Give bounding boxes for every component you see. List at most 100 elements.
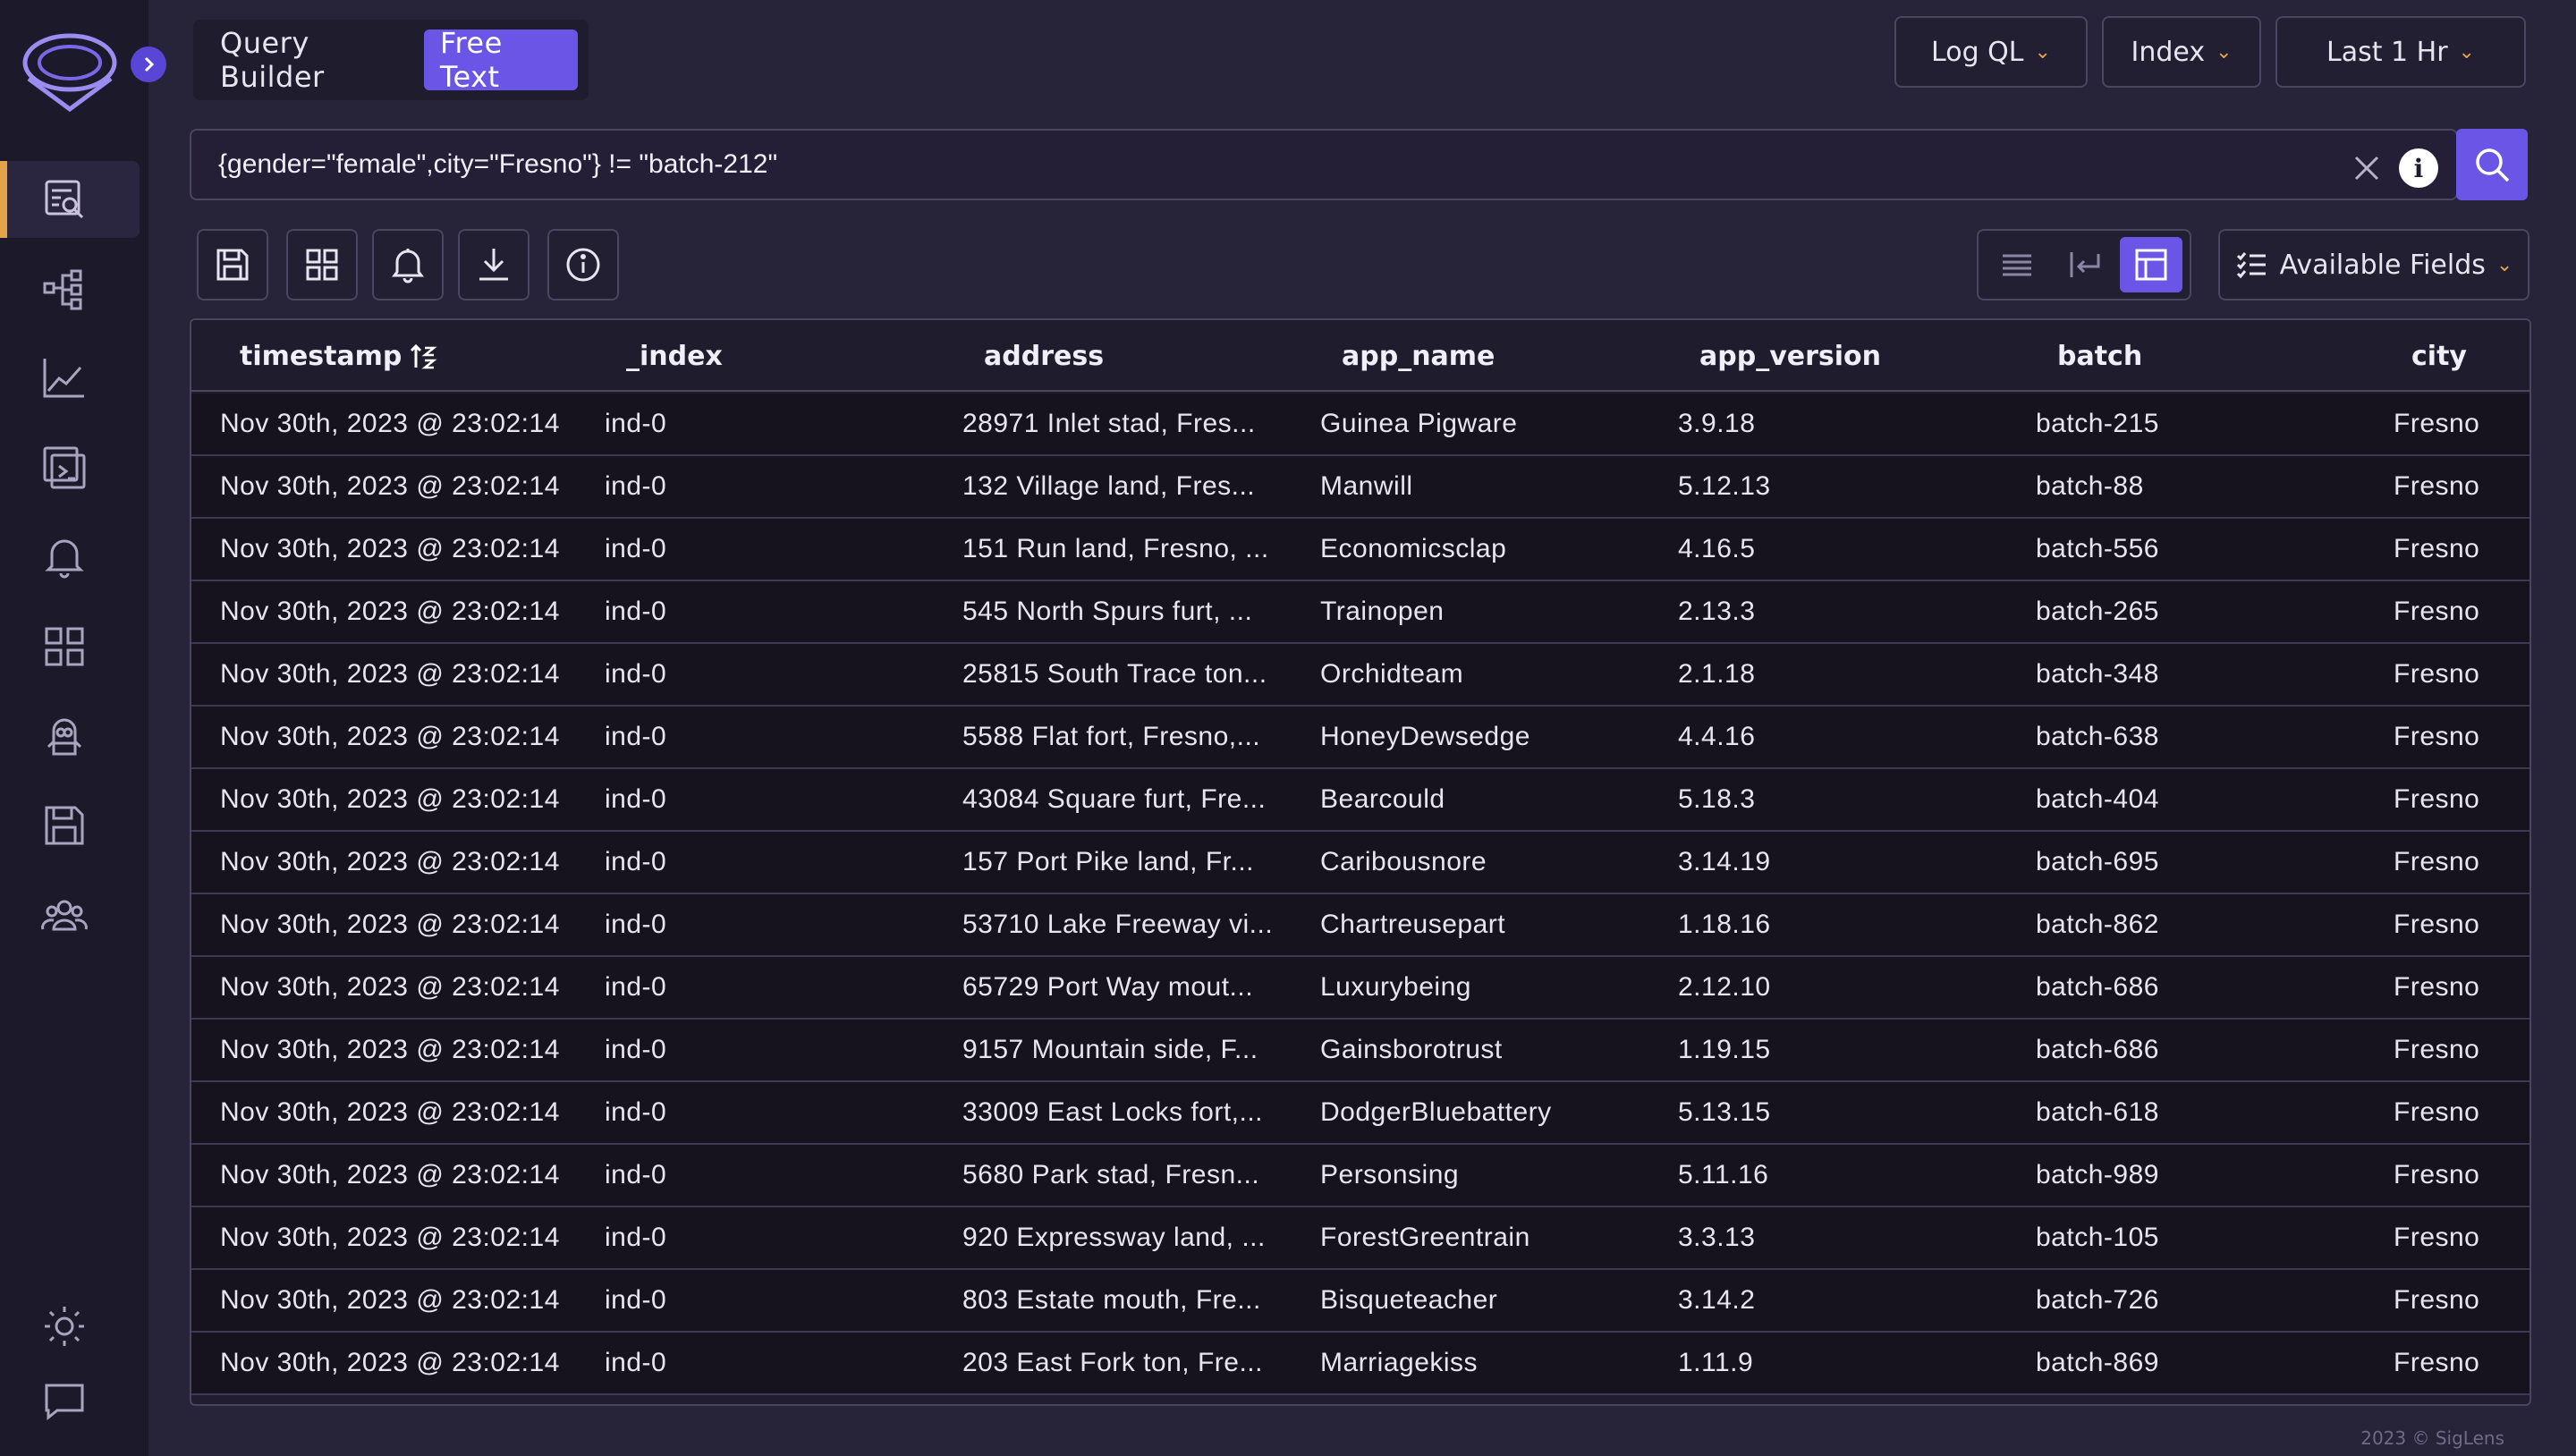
table-row[interactable]: Nov 30th, 2023 @ 23:02:14 ind-0 151 Run la… (191, 519, 2529, 581)
table-cell-city: Fresno (2394, 534, 2480, 563)
table-cell-city: Fresno (2394, 910, 2480, 939)
grid-icon (45, 627, 84, 666)
table-cell-timestamp: Nov 30th, 2023 @ 23:02:14 (220, 1035, 560, 1064)
column-header-city[interactable]: city (2411, 320, 2467, 392)
table-row[interactable]: Nov 30th, 2023 @ 23:02:14 ind-0 803 Estate… (191, 1270, 2529, 1333)
add-to-dashboard-button[interactable] (286, 229, 358, 301)
table-cell-address: 65729 Port Way mout... (962, 972, 1254, 1002)
query-language-dropdown[interactable]: Log QL ⌄ (1894, 16, 2088, 88)
table-cell-app-version: 2.1.18 (1678, 659, 1756, 689)
sidebar-item-search[interactable] (0, 161, 140, 238)
sidebar-item-service-map[interactable] (0, 250, 140, 327)
table-cell-timestamp: Nov 30th, 2023 @ 23:02:14 (220, 597, 560, 626)
sidebar (0, 0, 148, 1456)
table-row[interactable]: Nov 30th, 2023 @ 23:02:14 ind-0 65729 Port… (191, 957, 2529, 1020)
table-cell-index: ind-0 (605, 1035, 667, 1064)
sidebar-item-dashboards[interactable] (0, 608, 140, 685)
table-cell-index: ind-0 (605, 409, 667, 438)
sidebar-expand-button[interactable] (131, 47, 166, 82)
column-header-address[interactable]: address (984, 320, 1104, 392)
table-row[interactable]: Nov 30th, 2023 @ 23:02:14 ind-0 5588 Flat … (191, 707, 2529, 769)
wrap-text-icon (2070, 252, 2100, 277)
sidebar-item-users[interactable] (0, 876, 140, 953)
wrap-lines-view-button[interactable] (2053, 237, 2115, 292)
column-header-app-version[interactable]: app_version (1699, 320, 1881, 392)
table-cell-city: Fresno (2394, 471, 2480, 501)
table-cell-app-version: 5.12.13 (1678, 471, 1771, 501)
table-cell-timestamp: Nov 30th, 2023 @ 23:02:14 (220, 659, 560, 689)
table-cell-timestamp: Nov 30th, 2023 @ 23:02:14 (220, 1285, 560, 1315)
table-row[interactable]: Nov 30th, 2023 @ 23:02:14 ind-0 9157 Mount… (191, 1020, 2529, 1082)
footer-copyright: 2023 © SigLens (2360, 1427, 2504, 1449)
table-row[interactable]: Nov 30th, 2023 @ 23:02:14 ind-0 132 Villag… (191, 456, 2529, 519)
table-cell-app-version: 1.19.15 (1678, 1035, 1771, 1064)
query-input[interactable] (218, 131, 2275, 199)
table-cell-address: 151 Run land, Fresno, ... (962, 534, 1269, 563)
floppy-disk-icon (45, 806, 84, 845)
sidebar-item-metrics[interactable] (0, 340, 140, 417)
available-fields-dropdown[interactable]: Available Fields ⌄ (2218, 229, 2529, 301)
table-cell-batch: batch-638 (2036, 722, 2159, 751)
column-header-batch[interactable]: batch (2057, 320, 2142, 392)
column-header-timestamp[interactable]: timestamp (240, 320, 439, 392)
table-row[interactable]: Nov 30th, 2023 @ 23:02:14 ind-0 43084 Squa… (191, 769, 2529, 832)
table-cell-index: ind-0 (605, 659, 667, 689)
table-cell-index: ind-0 (605, 722, 667, 751)
table-row[interactable]: Nov 30th, 2023 @ 23:02:14 ind-0 33009 East… (191, 1082, 2529, 1145)
table-row[interactable]: Nov 30th, 2023 @ 23:02:14 ind-0 28971 Inle… (191, 394, 2529, 456)
table-cell-address: 803 Estate mouth, Fre... (962, 1285, 1261, 1315)
bell-icon (392, 249, 424, 284)
table-cell-index: ind-0 (605, 597, 667, 626)
table-cell-city: Fresno (2394, 1160, 2480, 1189)
theme-toggle[interactable] (0, 1288, 140, 1365)
feedback-button[interactable] (0, 1363, 140, 1440)
table-cell-app-name: Manwill (1320, 471, 1413, 501)
single-line-view-button[interactable] (1986, 237, 2048, 292)
table-row[interactable]: Nov 30th, 2023 @ 23:02:14 ind-0 53710 Lake… (191, 894, 2529, 957)
table-cell-app-name: Orchidteam (1320, 659, 1464, 689)
download-button[interactable] (458, 229, 530, 301)
column-header-index[interactable]: _index (626, 320, 723, 392)
table-row[interactable]: Nov 30th, 2023 @ 23:02:14 ind-0 920 Expres… (191, 1207, 2529, 1270)
table-cell-app-name: Caribousnore (1320, 847, 1487, 876)
sidebar-item-saved-queries[interactable] (0, 787, 140, 864)
table-row[interactable]: Nov 30th, 2023 @ 23:02:14 ind-0 5680 Park … (191, 1145, 2529, 1207)
table-cell-batch: batch-989 (2036, 1160, 2159, 1189)
tab-free-text[interactable]: Free Text (423, 26, 578, 94)
table-cell-batch: batch-726 (2036, 1285, 2159, 1315)
table-cell-city: Fresno (2394, 659, 2480, 689)
info-button[interactable] (547, 229, 619, 301)
table-cell-index: ind-0 (605, 1223, 667, 1252)
table-cell-city: Fresno (2394, 409, 2480, 438)
save-query-button[interactable] (197, 229, 268, 301)
table-cell-batch: batch-215 (2036, 409, 2159, 438)
table-cell-index: ind-0 (605, 910, 667, 939)
table-cell-address: 5588 Flat fort, Fresno,... (962, 722, 1261, 751)
table-cell-index: ind-0 (605, 1348, 667, 1377)
table-cell-timestamp: Nov 30th, 2023 @ 23:02:14 (220, 409, 560, 438)
tab-query-builder[interactable]: Query Builder (204, 26, 424, 94)
table-cell-timestamp: Nov 30th, 2023 @ 23:02:14 (220, 847, 560, 876)
query-info-icon[interactable]: i (2399, 148, 2438, 188)
table-row[interactable]: Nov 30th, 2023 @ 23:02:14 ind-0 545 North … (191, 581, 2529, 644)
table-cell-timestamp: Nov 30th, 2023 @ 23:02:14 (220, 784, 560, 814)
grid-icon (306, 249, 338, 281)
table-row[interactable]: Nov 30th, 2023 @ 23:02:14 ind-0 25815 Sout… (191, 644, 2529, 707)
close-icon[interactable] (2349, 150, 2385, 186)
search-button[interactable] (2456, 129, 2528, 200)
table-cell-address: 203 East Fork ton, Fre... (962, 1348, 1263, 1377)
table-view-button[interactable] (2120, 237, 2182, 292)
table-cell-app-version: 3.3.13 (1678, 1223, 1756, 1252)
sidebar-item-alerts[interactable] (0, 519, 140, 596)
sidebar-item-minion-searches[interactable] (0, 698, 140, 775)
column-header-app-name[interactable]: app_name (1342, 320, 1495, 392)
table-row[interactable]: Nov 30th, 2023 @ 23:02:14 ind-0 203 East F… (191, 1333, 2529, 1395)
time-range-dropdown[interactable]: Last 1 Hr ⌄ (2275, 16, 2526, 88)
table-cell-city: Fresno (2394, 597, 2480, 626)
query-search-bar (190, 129, 2458, 200)
sidebar-item-live-tail[interactable] (0, 429, 140, 506)
chart-line-icon (43, 359, 84, 398)
table-row[interactable]: Nov 30th, 2023 @ 23:02:14 ind-0 157 Port P… (191, 832, 2529, 894)
index-dropdown[interactable]: Index ⌄ (2102, 16, 2261, 88)
create-alert-button[interactable] (372, 229, 444, 301)
